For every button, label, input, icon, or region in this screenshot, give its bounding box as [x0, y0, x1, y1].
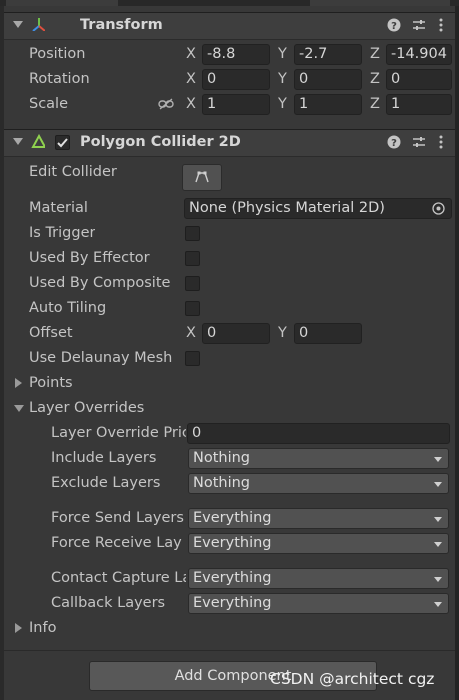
callback-layers-label: Callback Layers — [51, 595, 166, 611]
used-by-effector-label: Used By Effector — [29, 250, 150, 266]
scale-y-field[interactable]: 1 — [294, 94, 362, 115]
is-trigger-label: Is Trigger — [29, 225, 96, 241]
exclude-layers-value: Nothing — [193, 475, 251, 491]
contact-capture-layers-dropdown[interactable]: Everything — [188, 568, 449, 589]
rotation-z-field[interactable]: 0 — [386, 69, 452, 90]
offset-x-field[interactable]: 0 — [202, 323, 270, 344]
transform-title: Transform — [80, 17, 163, 33]
scale-z-field[interactable]: 1 — [386, 94, 452, 115]
offset-y-field[interactable]: 0 — [294, 323, 362, 344]
callback-layers-value: Everything — [193, 595, 272, 611]
used-by-composite-label: Used By Composite — [29, 275, 171, 291]
position-z-field[interactable]: -14.904 — [386, 44, 452, 65]
auto-tiling-label: Auto Tiling — [29, 300, 107, 316]
layer-overrides-foldout-arrow-icon[interactable] — [14, 405, 24, 412]
position-label: Position — [29, 46, 86, 62]
info-foldout-arrow-icon[interactable] — [15, 623, 22, 633]
info-foldout[interactable]: Info — [29, 620, 56, 636]
transform-axes-icon — [32, 18, 45, 31]
include-layers-dropdown[interactable]: Nothing — [188, 448, 449, 469]
preset-icon[interactable] — [412, 135, 426, 149]
axis-z-label[interactable]: Z — [370, 96, 380, 112]
axis-z-label[interactable]: Z — [370, 71, 380, 87]
callback-layers-dropdown[interactable]: Everything — [188, 593, 449, 614]
axis-x-label[interactable]: X — [186, 96, 196, 112]
dropdown-arrow-icon — [434, 542, 442, 547]
polygon-collider-title: Polygon Collider 2D — [80, 134, 241, 150]
force-send-layers-value: Everything — [193, 510, 272, 526]
force-receive-layers-label: Force Receive Lay — [51, 535, 182, 551]
used-by-composite-checkbox[interactable] — [185, 276, 200, 291]
position-y-field[interactable]: -2.7 — [294, 44, 362, 65]
layer-override-priority-field[interactable]: 0 — [187, 423, 450, 444]
axis-x-label[interactable]: X — [186, 325, 196, 341]
auto-tiling-checkbox[interactable] — [185, 301, 200, 316]
dropdown-arrow-icon — [434, 577, 442, 582]
preset-icon[interactable] — [412, 18, 426, 32]
force-receive-layers-value: Everything — [193, 535, 272, 551]
exclude-layers-dropdown[interactable]: Nothing — [188, 473, 449, 494]
scrollbar-track[interactable] — [455, 6, 459, 700]
axis-y-label[interactable]: Y — [278, 46, 287, 62]
foldout-arrow-icon[interactable] — [13, 138, 23, 145]
axis-z-label[interactable]: Z — [370, 46, 380, 62]
rotation-y-field[interactable]: 0 — [294, 69, 362, 90]
context-menu-icon[interactable] — [437, 18, 451, 32]
force-send-layers-dropdown[interactable]: Everything — [188, 508, 449, 529]
dropdown-arrow-icon — [434, 602, 442, 607]
contact-capture-layers-label: Contact Capture La — [51, 570, 186, 586]
include-layers-value: Nothing — [193, 450, 251, 466]
rotation-label: Rotation — [29, 71, 90, 87]
enabled-checkbox[interactable] — [55, 135, 70, 150]
offset-label: Offset — [29, 325, 73, 341]
is-trigger-checkbox[interactable] — [185, 226, 200, 241]
material-object-field[interactable]: None (Physics Material 2D) — [184, 198, 452, 219]
include-layers-label: Include Layers — [51, 450, 157, 466]
force-send-layers-label: Force Send Layers — [51, 510, 184, 526]
rotation-x-field[interactable]: 0 — [202, 69, 270, 90]
axis-y-label[interactable]: Y — [278, 325, 287, 341]
watermark-text: CSDN @architect cgz — [270, 670, 435, 688]
layer-override-priority-label: Layer Override Pric — [51, 425, 186, 441]
points-foldout[interactable]: Points — [29, 375, 73, 391]
contact-capture-layers-value: Everything — [193, 570, 272, 586]
edit-collider-label: Edit Collider — [29, 164, 117, 180]
svg-text:?: ? — [391, 21, 397, 32]
component-divider — [4, 650, 455, 651]
dropdown-arrow-icon — [434, 457, 442, 462]
use-delaunay-label: Use Delaunay Mesh — [29, 350, 173, 366]
help-icon[interactable]: ? — [387, 18, 401, 32]
force-receive-layers-dropdown[interactable]: Everything — [188, 533, 449, 554]
edit-collider-button[interactable] — [182, 164, 222, 191]
use-delaunay-checkbox[interactable] — [185, 351, 200, 366]
polygon-collider-icon — [31, 134, 45, 148]
svg-text:?: ? — [391, 138, 397, 149]
transform-header[interactable]: Transform ? — [4, 12, 455, 40]
axis-x-label[interactable]: X — [186, 46, 196, 62]
scale-label: Scale — [29, 96, 69, 112]
object-picker-icon[interactable] — [432, 202, 445, 215]
position-x-field[interactable]: -8.8 — [202, 44, 270, 65]
axis-x-label[interactable]: X — [186, 71, 196, 87]
dropdown-arrow-icon — [434, 517, 442, 522]
used-by-effector-checkbox[interactable] — [185, 251, 200, 266]
layer-overrides-foldout[interactable]: Layer Overrides — [29, 400, 144, 416]
edit-shape-icon — [195, 171, 209, 183]
exclude-layers-label: Exclude Layers — [51, 475, 161, 491]
polygon-collider-header[interactable]: Polygon Collider 2D ? — [4, 129, 455, 157]
checkmark-icon — [57, 138, 68, 148]
constrain-proportions-icon[interactable] — [158, 98, 174, 110]
help-icon[interactable]: ? — [387, 135, 401, 149]
points-foldout-arrow-icon[interactable] — [15, 378, 22, 388]
scale-x-field[interactable]: 1 — [202, 94, 270, 115]
axis-y-label[interactable]: Y — [278, 71, 287, 87]
dropdown-arrow-icon — [434, 482, 442, 487]
axis-y-label[interactable]: Y — [278, 96, 287, 112]
foldout-arrow-icon[interactable] — [13, 21, 23, 28]
context-menu-icon[interactable] — [437, 135, 451, 149]
material-label: Material — [29, 200, 88, 216]
